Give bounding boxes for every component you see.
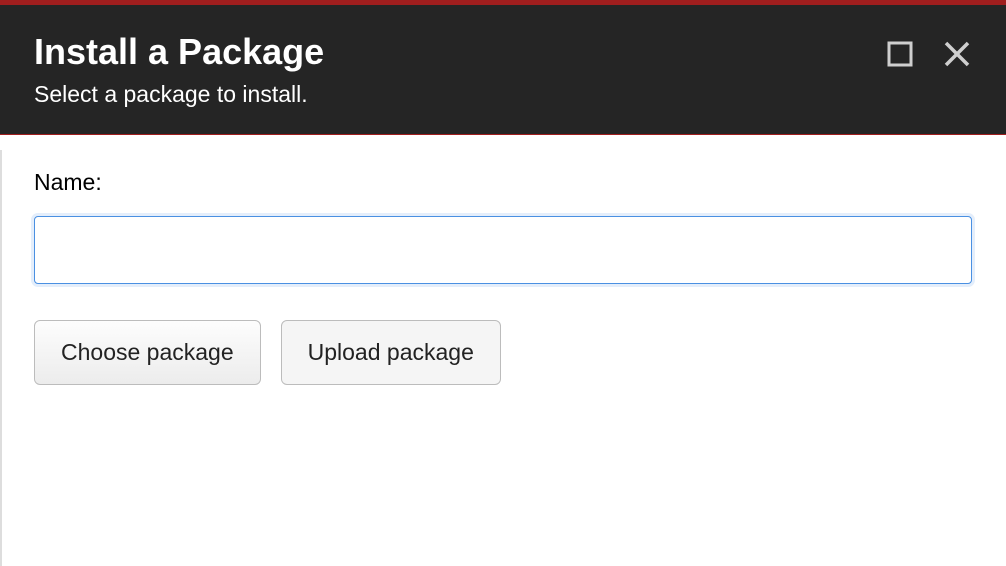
header-text-block: Install a Package Select a package to in…	[34, 31, 324, 108]
header-controls	[886, 31, 972, 69]
upload-package-button[interactable]: Upload package	[281, 320, 501, 385]
name-input[interactable]	[34, 216, 972, 284]
button-row: Choose package Upload package	[34, 320, 972, 385]
name-label: Name:	[34, 169, 972, 196]
dialog-title: Install a Package	[34, 31, 324, 73]
dialog-header: Install a Package Select a package to in…	[0, 5, 1006, 135]
maximize-icon[interactable]	[886, 40, 914, 68]
left-border	[0, 150, 2, 566]
dialog-subtitle: Select a package to install.	[34, 81, 324, 108]
dialog-body: Name: Choose package Upload package	[0, 135, 1006, 419]
choose-package-button[interactable]: Choose package	[34, 320, 261, 385]
close-icon[interactable]	[942, 39, 972, 69]
